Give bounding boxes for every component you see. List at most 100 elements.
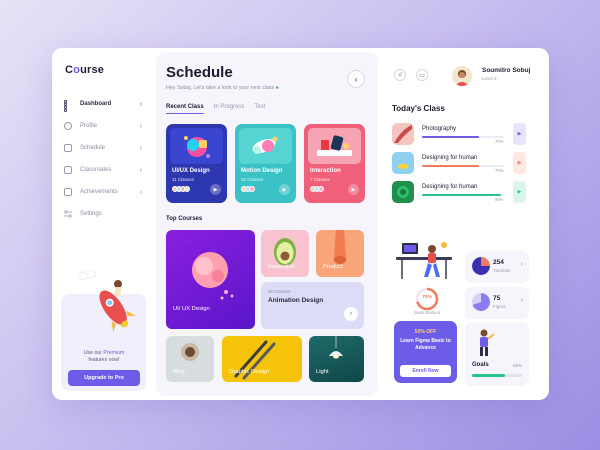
logo-text-prefix: C bbox=[65, 64, 74, 76]
sidebar-item-label: Schedule bbox=[80, 145, 106, 151]
todays-class-row[interactable]: Photography 70% ▶ bbox=[392, 123, 529, 145]
class-progress-label: 70% bbox=[495, 139, 504, 144]
tile-label: Blog bbox=[173, 369, 185, 375]
tile-label: Graphic Design bbox=[229, 369, 269, 375]
seats-booked-label: Seats Booked bbox=[413, 310, 441, 315]
play-button[interactable]: ▶ bbox=[210, 184, 221, 195]
users-icon bbox=[64, 166, 72, 174]
jellyfish-illustration bbox=[192, 252, 234, 300]
pencils-illustration bbox=[234, 340, 276, 380]
bell-icon: ♫ bbox=[397, 72, 403, 78]
sidebar-item-dashboard[interactable]: Dashboard › bbox=[64, 97, 144, 112]
chat-icon: ▭ bbox=[419, 72, 425, 79]
progress-fill bbox=[422, 194, 501, 196]
card-illustration bbox=[239, 128, 292, 164]
tile-subtitle: 50 Classes bbox=[268, 289, 291, 294]
class-progress-bar bbox=[422, 165, 504, 167]
course-tile-blog[interactable]: Blog bbox=[166, 336, 214, 382]
sidebar-item-label: Settings bbox=[80, 211, 102, 217]
page-subtitle: Hey Sobuj, Let's take a look to your nex… bbox=[166, 85, 279, 91]
avatar[interactable] bbox=[452, 66, 472, 86]
lamp-illustration bbox=[329, 336, 343, 359]
tab-test[interactable]: Test bbox=[254, 104, 265, 114]
course-tile-graphic-design[interactable]: Graphic Design bbox=[222, 336, 302, 382]
trophy-icon bbox=[64, 188, 72, 196]
app-window: Course Dashboard › Profile › Schedule › … bbox=[52, 48, 549, 400]
play-button[interactable]: ▶ bbox=[348, 184, 359, 195]
sidebar-item-classmates[interactable]: Classmates › bbox=[64, 163, 144, 177]
sidebar-item-achievements[interactable]: Achievements › bbox=[64, 185, 144, 199]
class-progress-label: 70% bbox=[495, 168, 504, 173]
course-tile-inspiration[interactable]: Inspiration bbox=[261, 230, 309, 277]
progress-fill bbox=[422, 136, 480, 138]
play-icon: ▶ bbox=[517, 160, 522, 166]
tutorials-label: Tutorials bbox=[493, 268, 511, 273]
class-thumbnail bbox=[392, 152, 414, 174]
recent-class-card-interaction[interactable]: Interaction 7 Classes ▶ bbox=[304, 124, 365, 203]
back-button[interactable]: ‹ bbox=[347, 70, 365, 88]
dashboard-icon bbox=[64, 100, 72, 112]
card-title: UI/UX Design bbox=[172, 168, 210, 174]
course-tile-animation[interactable]: 50 Classes Animation Design › bbox=[261, 282, 364, 329]
play-icon: ▶ bbox=[517, 189, 522, 195]
play-class-button[interactable]: ▶ bbox=[513, 181, 526, 203]
todays-class-row[interactable]: Designing for human 96% ▶ bbox=[392, 181, 529, 203]
figma-stat-card[interactable]: 75 Figma › bbox=[465, 287, 529, 319]
profile-icon bbox=[64, 122, 72, 130]
sidebar: Course Dashboard › Profile › Schedule › … bbox=[52, 48, 152, 400]
page-title: Schedule bbox=[166, 64, 233, 81]
class-name: Designing for human bbox=[422, 184, 478, 190]
tile-label: Light bbox=[316, 369, 329, 375]
sidebar-item-label: Achievements bbox=[80, 189, 118, 195]
class-tabs: Recent Class In Progress Test bbox=[166, 104, 265, 114]
chevron-right-icon: › bbox=[139, 144, 142, 152]
chevron-right-icon: › bbox=[139, 188, 142, 196]
class-progress-label: 96% bbox=[495, 197, 504, 202]
top-courses-title: Top Courses bbox=[166, 216, 203, 222]
schedule-panel: Schedule Hey Sobuj, Let's take a look to… bbox=[156, 52, 378, 396]
app-logo[interactable]: Course bbox=[65, 64, 104, 76]
sidebar-item-settings[interactable]: Settings bbox=[64, 207, 144, 221]
chevron-right-icon: › bbox=[139, 100, 142, 108]
premium-promo-text: Use our Premium features now! bbox=[69, 350, 139, 364]
card-illustration bbox=[308, 128, 361, 164]
tutorials-stat-card[interactable]: 254 Tutorials › bbox=[465, 251, 529, 283]
class-thumbnail bbox=[392, 123, 414, 145]
course-tile-uiux[interactable]: UI/ UX Design bbox=[166, 230, 255, 329]
recent-class-card-uiux[interactable]: UI/UX Design 11 Classes ▶ bbox=[166, 124, 227, 203]
goals-card: Goals 65% bbox=[465, 322, 529, 386]
play-class-button[interactable]: ▶ bbox=[513, 123, 526, 145]
goals-label: Goals bbox=[472, 362, 489, 368]
chevron-right-icon: › bbox=[520, 297, 523, 304]
message-button[interactable]: ▭ bbox=[416, 69, 428, 81]
tutorials-pie-icon bbox=[472, 257, 490, 275]
class-name: Designing for human bbox=[422, 155, 478, 161]
card-subtitle: 7 Classes bbox=[310, 177, 330, 182]
enroll-now-button[interactable]: Enroll Now bbox=[400, 365, 451, 377]
todays-class-row[interactable]: Designing for human 70% ▶ bbox=[392, 152, 529, 174]
card-title: Motion Design bbox=[241, 168, 283, 174]
tile-label: Animation Design bbox=[268, 297, 324, 304]
sidebar-item-schedule[interactable]: Schedule › bbox=[64, 141, 144, 155]
promo-text-after: features now! bbox=[88, 357, 120, 363]
open-course-button[interactable]: › bbox=[344, 307, 358, 321]
notification-button[interactable]: ♫ bbox=[394, 69, 406, 81]
tab-recent-class[interactable]: Recent Class bbox=[166, 104, 204, 114]
tile-label: Product bbox=[323, 264, 343, 270]
play-button[interactable]: ▶ bbox=[279, 184, 290, 195]
course-tile-product[interactable]: Product bbox=[316, 230, 364, 277]
participant-avatars bbox=[241, 186, 255, 192]
sidebar-item-profile[interactable]: Profile › bbox=[64, 119, 144, 133]
play-class-button[interactable]: ▶ bbox=[513, 152, 526, 174]
class-progress-bar bbox=[422, 136, 504, 138]
chevron-right-icon: › bbox=[139, 166, 142, 174]
figma-course-promo: 50% OFF Learn Figma Basic to Advance Enr… bbox=[394, 321, 457, 383]
course-tile-light[interactable]: Light bbox=[309, 336, 364, 382]
class-name: Photography bbox=[422, 126, 457, 132]
upgrade-to-pro-button[interactable]: Upgrade to Pro bbox=[68, 370, 140, 386]
chevron-right-icon: › bbox=[520, 261, 523, 268]
chevron-right-icon: › bbox=[350, 311, 352, 317]
sidebar-item-label: Classmates bbox=[80, 167, 112, 173]
tab-in-progress[interactable]: In Progress bbox=[214, 104, 245, 114]
recent-class-card-motion[interactable]: Motion Design 32 Classes ▶ bbox=[235, 124, 296, 203]
